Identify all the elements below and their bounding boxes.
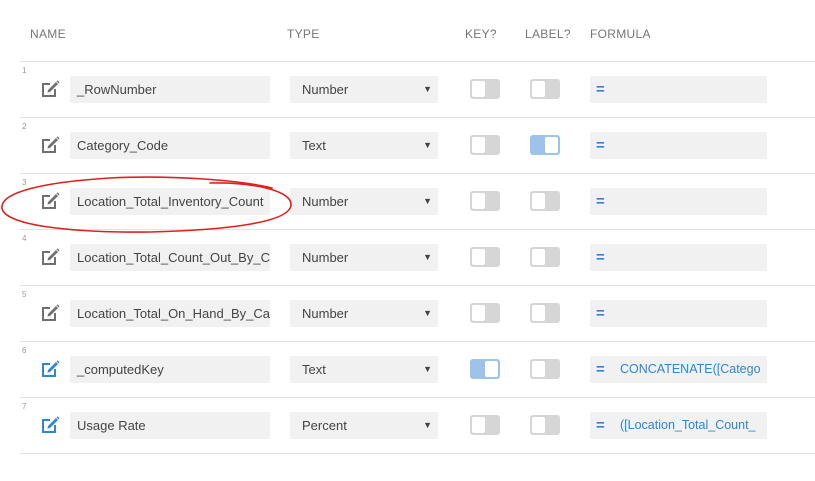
equals-icon: = xyxy=(596,361,605,378)
column-type-select[interactable]: Number ▼ xyxy=(290,188,438,215)
column-type-value: Text xyxy=(302,138,326,153)
key-toggle[interactable] xyxy=(470,247,500,267)
row-number: 4 xyxy=(22,234,27,243)
label-toggle[interactable] xyxy=(530,191,560,211)
key-toggle[interactable] xyxy=(470,135,500,155)
key-toggle[interactable] xyxy=(470,359,500,379)
column-name-field[interactable]: Location_Total_Count_Out_By_C xyxy=(70,244,270,271)
toggle-knob xyxy=(532,305,545,321)
toggle-knob xyxy=(545,137,558,153)
table-row: 5 Location_Total_On_Hand_By_Ca Number ▼ = xyxy=(0,285,815,342)
column-type-select[interactable]: Percent ▼ xyxy=(290,412,438,439)
formula-field[interactable]: = ([Location_Total_Count_ xyxy=(590,412,767,439)
toggle-knob xyxy=(485,361,498,377)
formula-text: ([Location_Total_Count_ xyxy=(620,418,756,432)
header-name: NAME xyxy=(30,27,66,41)
dropdown-arrow-icon: ▼ xyxy=(423,420,432,430)
dropdown-arrow-icon: ▼ xyxy=(423,308,432,318)
toggle-knob xyxy=(472,193,485,209)
row-number: 5 xyxy=(22,290,27,299)
table-row: 4 Location_Total_Count_Out_By_C Number ▼ = xyxy=(0,229,815,286)
equals-icon: = xyxy=(596,305,605,322)
column-type-select[interactable]: Number ▼ xyxy=(290,76,438,103)
column-type-value: Number xyxy=(302,82,349,97)
edit-icon[interactable] xyxy=(39,134,61,156)
column-name-field[interactable]: _computedKey xyxy=(70,356,270,383)
equals-icon: = xyxy=(596,81,605,98)
row-number: 2 xyxy=(22,122,27,131)
toggle-knob xyxy=(532,193,545,209)
formula-field[interactable]: = xyxy=(590,300,767,327)
equals-icon: = xyxy=(596,193,605,210)
table-row: 1 _RowNumber Number ▼ = xyxy=(0,61,815,118)
column-type-value: Number xyxy=(302,306,349,321)
column-type-value: Percent xyxy=(302,418,347,433)
edit-icon[interactable] xyxy=(39,78,61,100)
toggle-knob xyxy=(472,417,485,433)
formula-field[interactable]: = xyxy=(590,132,767,159)
row-number: 3 xyxy=(22,178,27,187)
table-row: 7 Usage Rate Percent ▼ = ([Location_Total_Cou… xyxy=(0,397,815,454)
dropdown-arrow-icon: ▼ xyxy=(423,196,432,206)
formula-text: CONCATENATE([Catego xyxy=(620,362,761,376)
header-label: LABEL? xyxy=(525,27,571,41)
edit-icon[interactable] xyxy=(39,246,61,268)
edit-icon[interactable] xyxy=(39,358,61,380)
toggle-knob xyxy=(472,249,485,265)
toggle-knob xyxy=(532,417,545,433)
table-row: 6 _computedKey Text ▼ = CONCATENATE([Catego xyxy=(0,341,815,398)
column-type-select[interactable]: Text ▼ xyxy=(290,356,438,383)
key-toggle[interactable] xyxy=(470,191,500,211)
row-divider xyxy=(20,453,815,454)
toggle-knob xyxy=(472,137,485,153)
dropdown-arrow-icon: ▼ xyxy=(423,84,432,94)
toggle-knob xyxy=(532,249,545,265)
key-toggle[interactable] xyxy=(470,415,500,435)
equals-icon: = xyxy=(596,417,605,434)
toggle-knob xyxy=(472,81,485,97)
column-type-select[interactable]: Number ▼ xyxy=(290,300,438,327)
formula-field[interactable]: = CONCATENATE([Catego xyxy=(590,356,767,383)
label-toggle[interactable] xyxy=(530,303,560,323)
equals-icon: = xyxy=(596,137,605,154)
column-name-field[interactable]: _RowNumber xyxy=(70,76,270,103)
formula-field[interactable]: = xyxy=(590,244,767,271)
label-toggle[interactable] xyxy=(530,415,560,435)
key-toggle[interactable] xyxy=(470,79,500,99)
label-toggle[interactable] xyxy=(530,359,560,379)
header-key: KEY? xyxy=(465,27,497,41)
column-name-field[interactable]: Category_Code xyxy=(70,132,270,159)
toggle-knob xyxy=(532,81,545,97)
label-toggle[interactable] xyxy=(530,135,560,155)
column-type-value: Text xyxy=(302,362,326,377)
dropdown-arrow-icon: ▼ xyxy=(423,252,432,262)
column-name-field[interactable]: Usage Rate xyxy=(70,412,270,439)
label-toggle[interactable] xyxy=(530,247,560,267)
formula-field[interactable]: = xyxy=(590,188,767,215)
table-row: 2 Category_Code Text ▼ = xyxy=(0,117,815,174)
column-type-value: Number xyxy=(302,250,349,265)
edit-icon[interactable] xyxy=(39,190,61,212)
column-name-field[interactable]: Location_Total_Inventory_Count xyxy=(70,188,270,215)
formula-field[interactable]: = xyxy=(590,76,767,103)
dropdown-arrow-icon: ▼ xyxy=(423,140,432,150)
equals-icon: = xyxy=(596,249,605,266)
row-number: 6 xyxy=(22,346,27,355)
table-row: 3 Location_Total_Inventory_Count Number ▼ = xyxy=(0,173,815,230)
row-number: 1 xyxy=(22,66,27,75)
label-toggle[interactable] xyxy=(530,79,560,99)
header-type: TYPE xyxy=(287,27,320,41)
row-number: 7 xyxy=(22,402,27,411)
column-name-field[interactable]: Location_Total_On_Hand_By_Ca xyxy=(70,300,270,327)
edit-icon[interactable] xyxy=(39,302,61,324)
toggle-knob xyxy=(532,361,545,377)
key-toggle[interactable] xyxy=(470,303,500,323)
column-type-select[interactable]: Number ▼ xyxy=(290,244,438,271)
toggle-knob xyxy=(472,305,485,321)
column-type-value: Number xyxy=(302,194,349,209)
dropdown-arrow-icon: ▼ xyxy=(423,364,432,374)
column-type-select[interactable]: Text ▼ xyxy=(290,132,438,159)
header-formula: FORMULA xyxy=(590,27,651,41)
edit-icon[interactable] xyxy=(39,414,61,436)
